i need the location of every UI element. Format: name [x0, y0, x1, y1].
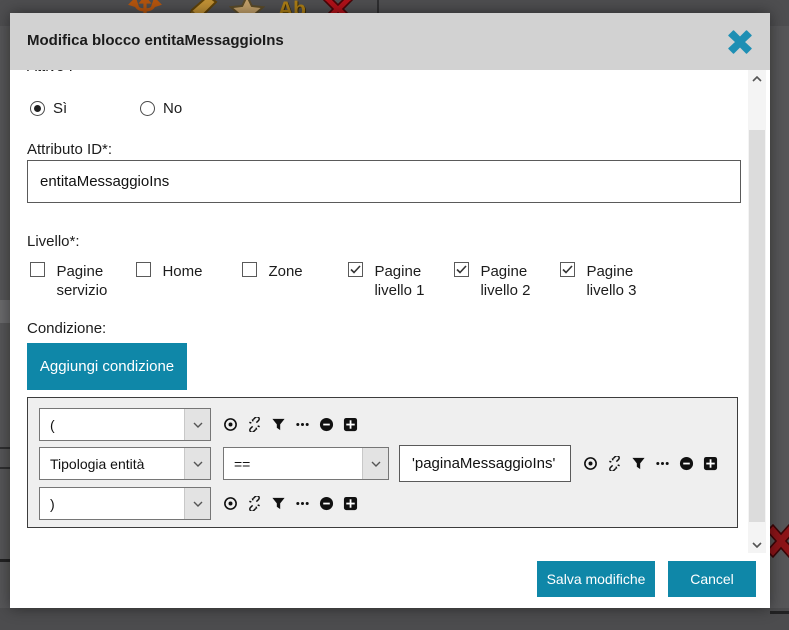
checkbox-pagine-livello-3[interactable]: Pagine livello 3 [560, 262, 660, 300]
ellipsis-icon[interactable] [295, 496, 310, 511]
radio-option-no[interactable]: No [140, 100, 182, 117]
dialog-header: Modifica blocco entitaMessaggioIns [10, 13, 770, 70]
select-value: == [224, 448, 362, 479]
checkbox-label: Home [162, 262, 232, 281]
check-icon [350, 265, 361, 274]
row-actions [583, 456, 718, 471]
chevron-down-icon [184, 448, 210, 479]
save-button[interactable]: Salva modifiche [537, 561, 655, 597]
background-gridline [770, 611, 789, 614]
select-value: Tipologia entità [40, 448, 184, 479]
ellipsis-icon[interactable] [655, 456, 670, 471]
bracket-select[interactable]: ( [39, 408, 211, 441]
checkbox-label: Pagine livello 3 [586, 262, 656, 300]
radio-label: Sì [53, 100, 67, 117]
close-icon[interactable] [725, 27, 755, 57]
checkbox-label: Pagine servizio [56, 262, 126, 300]
check-icon [562, 265, 573, 274]
record-icon[interactable] [223, 417, 238, 432]
livello-label: Livello*: [27, 233, 80, 250]
operator-select[interactable]: == [223, 447, 389, 480]
edit-block-dialog: Modifica blocco entitaMessaggioIns Attiv… [10, 13, 770, 608]
condition-row-expression: Tipologia entità == [39, 447, 718, 480]
dialog-footer: Salva modifiche Cancel [10, 553, 770, 608]
condition-row-open-bracket: ( [39, 408, 358, 441]
filter-icon[interactable] [631, 456, 646, 471]
condition-row-close-bracket: ) [39, 487, 358, 520]
attributo-id-label: Attributo ID*: [27, 141, 112, 158]
chevron-down-icon [184, 409, 210, 440]
filter-icon[interactable] [271, 496, 286, 511]
scrollbar-thumb[interactable] [749, 130, 765, 522]
checkbox-icon[interactable] [136, 262, 151, 277]
toolbar-divider [377, 0, 379, 14]
filter-icon[interactable] [271, 417, 286, 432]
condition-value-input[interactable] [399, 445, 571, 482]
condition-builder: ( Tipologia entità [27, 397, 738, 528]
dialog-body: Attivo : Sì No Attributo ID*: Livello*: … [10, 70, 770, 553]
chevron-down-icon [184, 488, 210, 519]
attributo-id-input[interactable] [27, 160, 741, 203]
unlink-icon[interactable] [607, 456, 622, 471]
attivo-label: Attivo : [27, 70, 73, 75]
checkbox-icon[interactable] [242, 262, 257, 277]
checkbox-label: Pagine livello 1 [374, 262, 444, 300]
remove-condition-icon[interactable] [679, 456, 694, 471]
select-value: ( [40, 409, 184, 440]
select-value: ) [40, 488, 184, 519]
remove-condition-icon[interactable] [319, 417, 334, 432]
checkbox-icon[interactable] [454, 262, 469, 277]
add-condition-button[interactable]: Aggiungi condizione [27, 343, 187, 390]
bracket-select[interactable]: ) [39, 487, 211, 520]
checkbox-icon[interactable] [348, 262, 363, 277]
row-actions [223, 496, 358, 511]
add-condition-icon[interactable] [703, 456, 718, 471]
chevron-down-icon [362, 448, 388, 479]
unlink-icon[interactable] [247, 417, 262, 432]
radio-label: No [163, 100, 182, 117]
ellipsis-icon[interactable] [295, 417, 310, 432]
checkbox-icon[interactable] [560, 262, 575, 277]
dialog-title: Modifica blocco entitaMessaggioIns [27, 32, 284, 49]
condizione-label: Condizione: [27, 320, 106, 337]
checkbox-pagine-livello-1[interactable]: Pagine livello 1 [348, 262, 448, 300]
background-footer-area [0, 608, 789, 630]
field-select[interactable]: Tipologia entità [39, 447, 211, 480]
checkbox-label: Pagine livello 2 [480, 262, 550, 300]
scroll-down-icon[interactable] [748, 536, 766, 553]
radio-icon[interactable] [140, 101, 155, 116]
scroll-up-icon[interactable] [748, 70, 766, 87]
vertical-scrollbar[interactable] [748, 70, 766, 553]
checkbox-icon[interactable] [30, 262, 45, 277]
remove-condition-icon[interactable] [319, 496, 334, 511]
radio-option-si[interactable]: Sì [30, 100, 67, 117]
row-actions [223, 417, 358, 432]
checkbox-pagine-servizio[interactable]: Pagine servizio [30, 262, 130, 300]
record-icon[interactable] [583, 456, 598, 471]
radio-icon[interactable] [30, 101, 45, 116]
checkbox-home[interactable]: Home [136, 262, 236, 281]
unlink-icon[interactable] [247, 496, 262, 511]
add-condition-icon[interactable] [343, 496, 358, 511]
checkbox-pagine-livello-2[interactable]: Pagine livello 2 [454, 262, 554, 300]
check-icon [456, 265, 467, 274]
add-condition-icon[interactable] [343, 417, 358, 432]
cancel-button[interactable]: Cancel [668, 561, 756, 597]
checkbox-label: Zone [268, 262, 338, 281]
record-icon[interactable] [223, 496, 238, 511]
checkbox-zone[interactable]: Zone [242, 262, 342, 281]
